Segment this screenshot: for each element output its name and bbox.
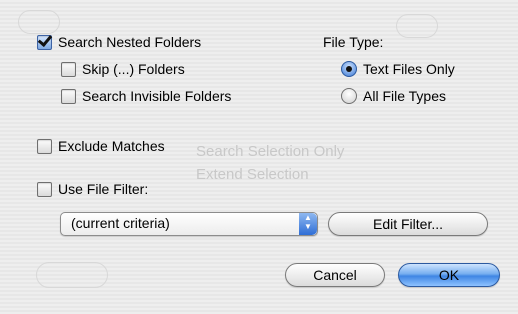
ghost-control xyxy=(18,10,60,34)
checkbox-box[interactable] xyxy=(37,181,52,197)
search-nested-folders-label: Search Nested Folders xyxy=(58,34,202,50)
ghost-extend-selection: Extend Selection xyxy=(196,166,309,183)
file-type-heading: File Type: xyxy=(323,34,384,50)
file-filter-popup-value: (current criteria) xyxy=(71,215,170,231)
search-nested-folders-checkbox[interactable]: Search Nested Folders xyxy=(37,34,201,50)
updown-arrows-icon: ▲ ▼ xyxy=(299,213,317,235)
radio-button[interactable] xyxy=(341,61,357,77)
ghost-search-selection-only: Search Selection Only xyxy=(196,143,345,160)
use-file-filter-checkbox[interactable]: Use File Filter: xyxy=(37,181,148,197)
edit-filter-button[interactable]: Edit Filter... xyxy=(328,212,488,236)
exclude-matches-label: Exclude Matches xyxy=(58,138,165,154)
text-files-only-label: Text Files Only xyxy=(363,61,455,77)
checkbox-box[interactable] xyxy=(37,34,52,50)
skip-folders-label: Skip (...) Folders xyxy=(82,61,185,77)
skip-folders-checkbox[interactable]: Skip (...) Folders xyxy=(61,61,185,77)
search-invisible-folders-label: Search Invisible Folders xyxy=(82,88,232,104)
exclude-matches-checkbox[interactable]: Exclude Matches xyxy=(37,138,165,154)
search-invisible-folders-checkbox[interactable]: Search Invisible Folders xyxy=(61,88,231,104)
checkbox-box[interactable] xyxy=(61,88,76,104)
checkbox-box[interactable] xyxy=(61,61,76,77)
ok-button[interactable]: OK xyxy=(398,263,500,287)
use-file-filter-label: Use File Filter: xyxy=(58,181,149,197)
file-filter-popup[interactable]: (current criteria) ▲ ▼ xyxy=(60,212,318,236)
all-file-types-radio[interactable]: All File Types xyxy=(341,88,446,104)
checkbox-box[interactable] xyxy=(37,138,52,154)
radio-button[interactable] xyxy=(341,88,357,104)
cancel-button[interactable]: Cancel xyxy=(285,263,385,287)
ghost-control xyxy=(396,14,438,38)
text-files-only-radio[interactable]: Text Files Only xyxy=(341,61,455,77)
options-sheet: Search Selection Only Extend Selection S… xyxy=(0,0,518,314)
all-file-types-label: All File Types xyxy=(363,88,446,104)
ghost-control xyxy=(36,262,108,288)
